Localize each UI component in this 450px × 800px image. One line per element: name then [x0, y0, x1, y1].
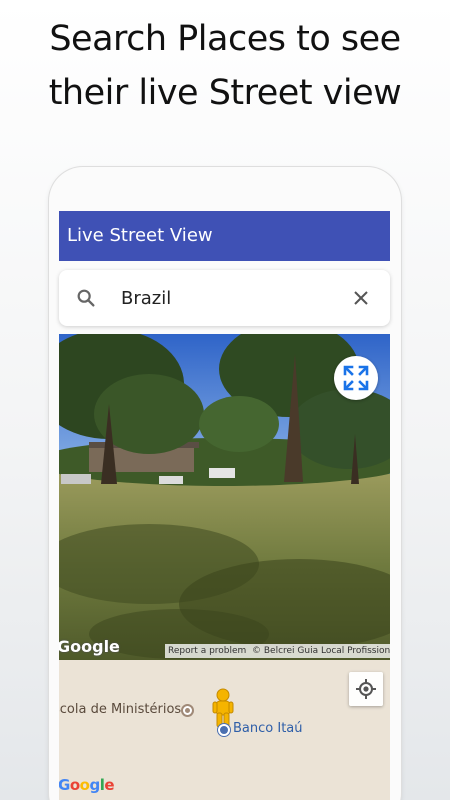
promo-headline-line-1: Search Places to see	[49, 19, 401, 59]
imagery-copyright: © Belcrei Guia Local Profissional	[249, 644, 390, 658]
promo-headline: Search Places to see their live Street v…	[0, 12, 450, 120]
search-icon[interactable]	[75, 287, 97, 309]
app-title: Live Street View	[67, 225, 213, 246]
bank-marker-icon[interactable]	[218, 724, 230, 736]
promo-headline-line-2: their live Street view	[48, 73, 402, 113]
map-google-logo: Google	[59, 776, 115, 794]
fullscreen-button[interactable]	[334, 356, 378, 400]
close-icon[interactable]	[352, 289, 370, 307]
fullscreen-icon	[343, 365, 369, 391]
street-view-panorama[interactable]: Google Report a problem © Belcrei Guia L…	[59, 334, 390, 660]
search-input[interactable]	[121, 284, 321, 312]
map-place-label[interactable]: scola de Ministérios	[59, 702, 181, 717]
my-location-button[interactable]	[349, 672, 383, 706]
google-logo: Google	[59, 637, 120, 656]
map-view[interactable]: scola de Ministérios Banco Itaú Google	[59, 660, 390, 800]
app-bar: Live Street View	[59, 211, 390, 261]
report-problem-link[interactable]: Report a problem	[165, 644, 250, 658]
my-location-icon	[356, 679, 376, 699]
search-bar[interactable]	[59, 270, 390, 326]
map-place-label[interactable]: Banco Itaú	[233, 721, 303, 736]
poi-marker-icon[interactable]	[181, 704, 194, 717]
